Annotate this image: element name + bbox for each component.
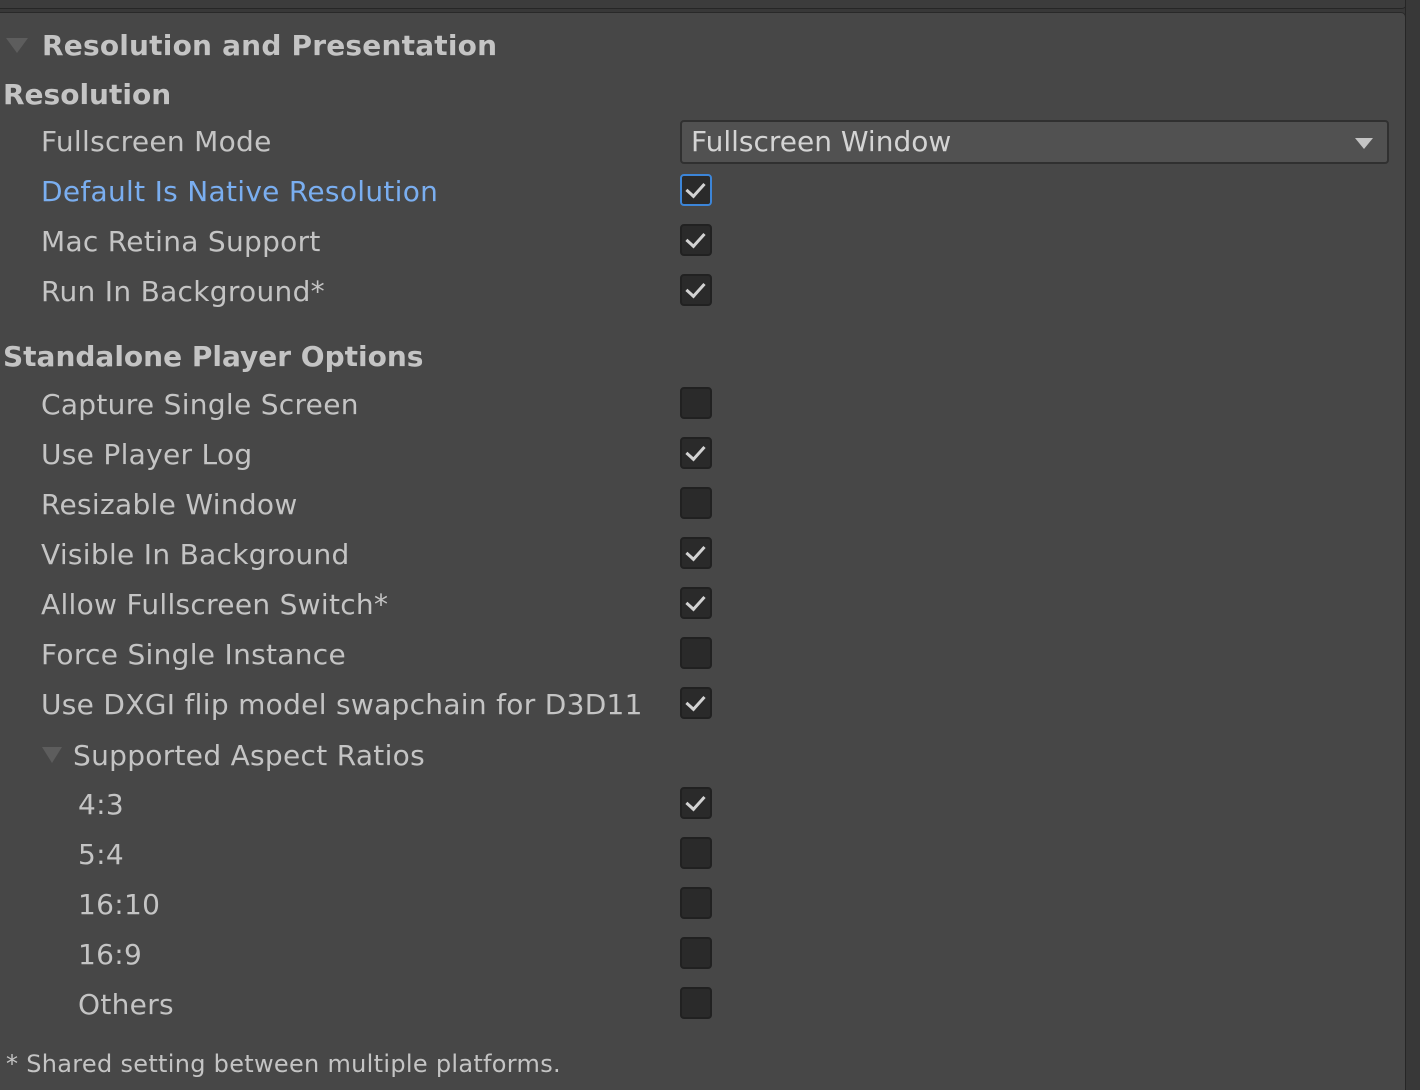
aspect-ratio-label: 16:10 — [78, 888, 161, 921]
use-player-log-label: Use Player Log — [41, 438, 253, 471]
checkmark-icon — [685, 790, 706, 812]
foldout-expanded-icon — [6, 37, 28, 53]
toggle-row-capture-single-screen: Capture Single Screen — [0, 383, 1400, 427]
force-single-instance-label: Force Single Instance — [41, 638, 347, 671]
checkmark-icon — [685, 540, 706, 562]
aspect-ratio-label: 4:3 — [78, 788, 124, 821]
aspect-ratio-row-4-3: 4:3 — [0, 783, 1400, 827]
resizable-window-checkbox[interactable] — [680, 487, 712, 519]
aspect-ratio-label: 5:4 — [78, 838, 124, 871]
scrollbar-track[interactable] — [1405, 0, 1420, 1090]
checkmark-icon — [685, 277, 706, 299]
visible-in-background-checkbox[interactable] — [680, 537, 712, 569]
fullscreen-mode-value: Fullscreen Window — [691, 125, 952, 158]
aspect-ratio-row-others: Others — [0, 983, 1400, 1027]
aspect-ratio-5-4-checkbox[interactable] — [680, 837, 712, 869]
toggle-row-use-player-log: Use Player Log — [0, 433, 1400, 477]
toggle-row-resizable-window: Resizable Window — [0, 483, 1400, 527]
toggle-row-mac-retina-support: Mac Retina Support — [0, 220, 1400, 264]
aspect-ratio-4-3-checkbox[interactable] — [680, 787, 712, 819]
supported-aspect-ratios-foldout[interactable]: Supported Aspect Ratios — [42, 733, 425, 777]
capture-single-screen-label: Capture Single Screen — [41, 388, 359, 421]
toggle-row-run-in-background: Run In Background* — [0, 270, 1400, 314]
dxgi-flip-model-checkbox[interactable] — [680, 687, 712, 719]
dxgi-flip-model-label: Use DXGI flip model swapchain for D3D11 — [41, 688, 643, 721]
visible-in-background-label: Visible In Background — [41, 538, 350, 571]
shared-setting-footnote: * Shared setting between multiple platfo… — [6, 1050, 561, 1078]
checkmark-icon — [685, 227, 706, 249]
default-native-resolution-checkbox[interactable] — [680, 174, 712, 206]
foldout-title: Resolution and Presentation — [42, 28, 498, 62]
allow-fullscreen-switch-label: Allow Fullscreen Switch* — [41, 588, 389, 621]
previous-section-frame — [0, 0, 1407, 9]
aspect-ratio-16-10-checkbox[interactable] — [680, 887, 712, 919]
mac-retina-support-checkbox[interactable] — [680, 224, 712, 256]
default-native-resolution-label: Default Is Native Resolution — [41, 175, 439, 208]
resolution-presentation-foldout[interactable]: Resolution and Presentation — [6, 26, 497, 64]
checkmark-icon — [685, 440, 706, 462]
resizable-window-label: Resizable Window — [41, 488, 298, 521]
toggle-row-force-single-instance: Force Single Instance — [0, 633, 1400, 677]
force-single-instance-checkbox[interactable] — [680, 637, 712, 669]
capture-single-screen-checkbox[interactable] — [680, 387, 712, 419]
run-in-background-label: Run In Background* — [41, 275, 325, 308]
aspect-ratio-label: Others — [78, 988, 174, 1021]
foldout-expanded-icon — [42, 747, 62, 763]
fullscreen-mode-label: Fullscreen Mode — [41, 125, 272, 158]
toggle-row-default-native-resolution: Default Is Native Resolution — [0, 170, 1400, 214]
aspect-ratio-others-checkbox[interactable] — [680, 987, 712, 1019]
resolution-heading: Resolution — [3, 78, 172, 111]
checkmark-icon — [685, 590, 706, 612]
dropdown-arrow-icon — [1355, 138, 1373, 149]
aspect-ratio-16-9-checkbox[interactable] — [680, 937, 712, 969]
fullscreen-mode-row: Fullscreen Mode Fullscreen Window — [0, 120, 1400, 164]
aspect-ratio-label: 16:9 — [78, 938, 143, 971]
toggle-row-visible-in-background: Visible In Background — [0, 533, 1400, 577]
mac-retina-support-label: Mac Retina Support — [41, 225, 321, 258]
standalone-player-options-heading: Standalone Player Options — [3, 340, 424, 373]
allow-fullscreen-switch-checkbox[interactable] — [680, 587, 712, 619]
checkmark-icon — [685, 690, 706, 712]
run-in-background-checkbox[interactable] — [680, 274, 712, 306]
aspect-ratio-row-16-10: 16:10 — [0, 883, 1400, 927]
aspect-ratio-row-5-4: 5:4 — [0, 833, 1400, 877]
fullscreen-mode-dropdown[interactable]: Fullscreen Window — [680, 120, 1389, 164]
toggle-row-allow-fullscreen-switch: Allow Fullscreen Switch* — [0, 583, 1400, 627]
aspect-ratio-row-16-9: 16:9 — [0, 933, 1400, 977]
supported-aspect-ratios-title: Supported Aspect Ratios — [73, 738, 425, 772]
toggle-row-dxgi-flip-model: Use DXGI flip model swapchain for D3D11 — [0, 683, 1400, 727]
checkmark-icon — [685, 177, 706, 199]
use-player-log-checkbox[interactable] — [680, 437, 712, 469]
